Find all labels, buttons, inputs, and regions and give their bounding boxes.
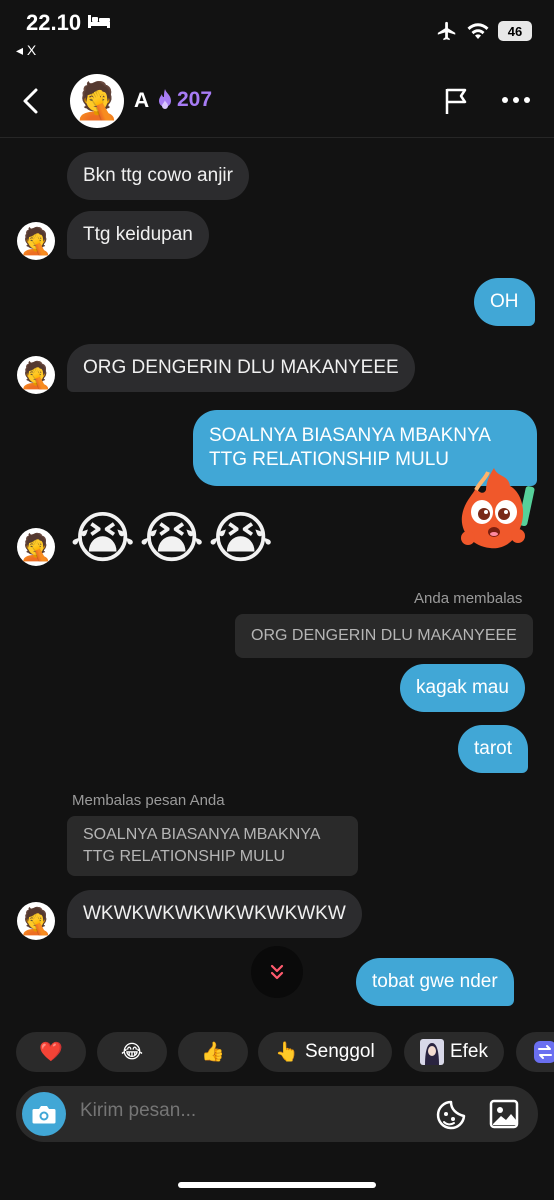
sender-avatar[interactable]: 🤦 (17, 902, 55, 940)
message-input[interactable] (80, 1100, 410, 1122)
crying-emoji-icon[interactable]: 😭 (139, 508, 204, 568)
quoted-message[interactable]: SOALNYA BIASANYA MBAKNYA TTG RELATIONSHI… (67, 816, 358, 876)
quote-line: TTG RELATIONSHIP MULU (83, 848, 286, 865)
back-to-app-link[interactable]: ◂ X (16, 42, 36, 59)
face-palm-emoji-icon: 🤦 (74, 80, 120, 121)
face-palm-emoji-icon: 🤦 (19, 359, 53, 390)
sticker-icon[interactable] (434, 1098, 468, 1132)
effects-button[interactable]: Efek (404, 1032, 504, 1072)
sender-avatar[interactable]: 🤦 (17, 222, 55, 260)
crying-emoji-icon[interactable]: 😭 (70, 508, 135, 568)
reply-label: Membalas pesan Anda (72, 792, 225, 809)
status-bar: 22.10 ◂ X 46 (0, 0, 554, 66)
report-flag-icon[interactable] (443, 86, 471, 116)
flame-icon (159, 89, 171, 109)
more-options-icon[interactable] (500, 94, 532, 106)
message-composer (16, 1086, 538, 1142)
message-incoming[interactable]: WKWKWKWKWKWKWKWKW (67, 890, 362, 938)
airplane-icon (437, 21, 456, 41)
face-palm-emoji-icon: 🤦 (19, 905, 53, 936)
streak-count: 207 (177, 88, 213, 111)
message-incoming[interactable]: Bkn ttg cowo anjir (67, 152, 249, 200)
face-palm-emoji-icon: 🤦 (19, 531, 53, 562)
streak-badge: 207 (155, 88, 212, 112)
status-time: 22.10 (26, 10, 82, 35)
camera-icon (32, 1106, 56, 1124)
double-chevron-down-icon (270, 964, 284, 980)
reply-label: Anda membalas (414, 590, 523, 607)
effects-label: Efek (449, 1041, 489, 1062)
heart-reaction-button[interactable]: ❤️ (16, 1032, 86, 1072)
battery-indicator: 46 (498, 21, 532, 41)
laugh-reaction-button[interactable]: 😂 (97, 1032, 167, 1072)
gallery-image-icon[interactable] (488, 1098, 520, 1130)
thumbs-up-icon: 👍 (201, 1042, 225, 1063)
face-palm-emoji-icon: 🤦 (19, 225, 53, 256)
quick-reaction-bar: ❤️ 😂 👍 👆 Senggol Efek (16, 1032, 554, 1072)
contact-name[interactable]: A (134, 89, 149, 113)
camera-button[interactable] (22, 1092, 66, 1136)
scroll-to-bottom-button[interactable] (251, 946, 303, 998)
crying-emoji-icon[interactable]: 😭 (208, 508, 273, 568)
message-incoming[interactable]: Ttg keidupan (67, 211, 209, 259)
wifi-icon (467, 23, 489, 39)
sender-avatar[interactable]: 🤦 (17, 356, 55, 394)
pointing-hand-icon: 👆 (275, 1042, 299, 1063)
message-line: SOALNYA BIASANYA MBAKNYA (209, 425, 491, 446)
message-outgoing[interactable]: tobat gwe nder (356, 958, 514, 1006)
swap-icon (534, 1041, 554, 1063)
effect-thumbnail-icon (419, 1039, 444, 1065)
more-effects-button[interactable] (516, 1032, 554, 1072)
poke-label: Senggol (304, 1041, 375, 1062)
bed-icon (88, 15, 110, 28)
status-icons: 46 (436, 20, 532, 42)
quoted-message[interactable]: ORG DENGERIN DLU MAKANYEEE (235, 614, 533, 658)
contact-avatar[interactable]: 🤦 (70, 74, 124, 128)
back-arrow-icon[interactable] (18, 86, 44, 116)
thumbs-up-reaction-button[interactable]: 👍 (178, 1032, 248, 1072)
message-incoming[interactable]: ORG DENGERIN DLU MAKANYEEE (67, 344, 415, 392)
home-indicator (178, 1182, 376, 1188)
fire-sticker-icon[interactable] (446, 460, 542, 556)
quote-line: SOALNYA BIASANYA MBAKNYA (83, 826, 321, 843)
message-outgoing[interactable]: tarot (458, 725, 529, 773)
heart-icon: ❤️ (39, 1042, 63, 1063)
poke-button[interactable]: 👆 Senggol (258, 1032, 392, 1072)
message-outgoing[interactable]: OH (474, 278, 535, 326)
laughing-emoji-icon: 😂 (120, 1041, 144, 1063)
sender-avatar[interactable]: 🤦 (17, 528, 55, 566)
message-outgoing[interactable]: kagak mau (400, 664, 525, 712)
chat-header: 🤦 A 207 (0, 66, 554, 138)
